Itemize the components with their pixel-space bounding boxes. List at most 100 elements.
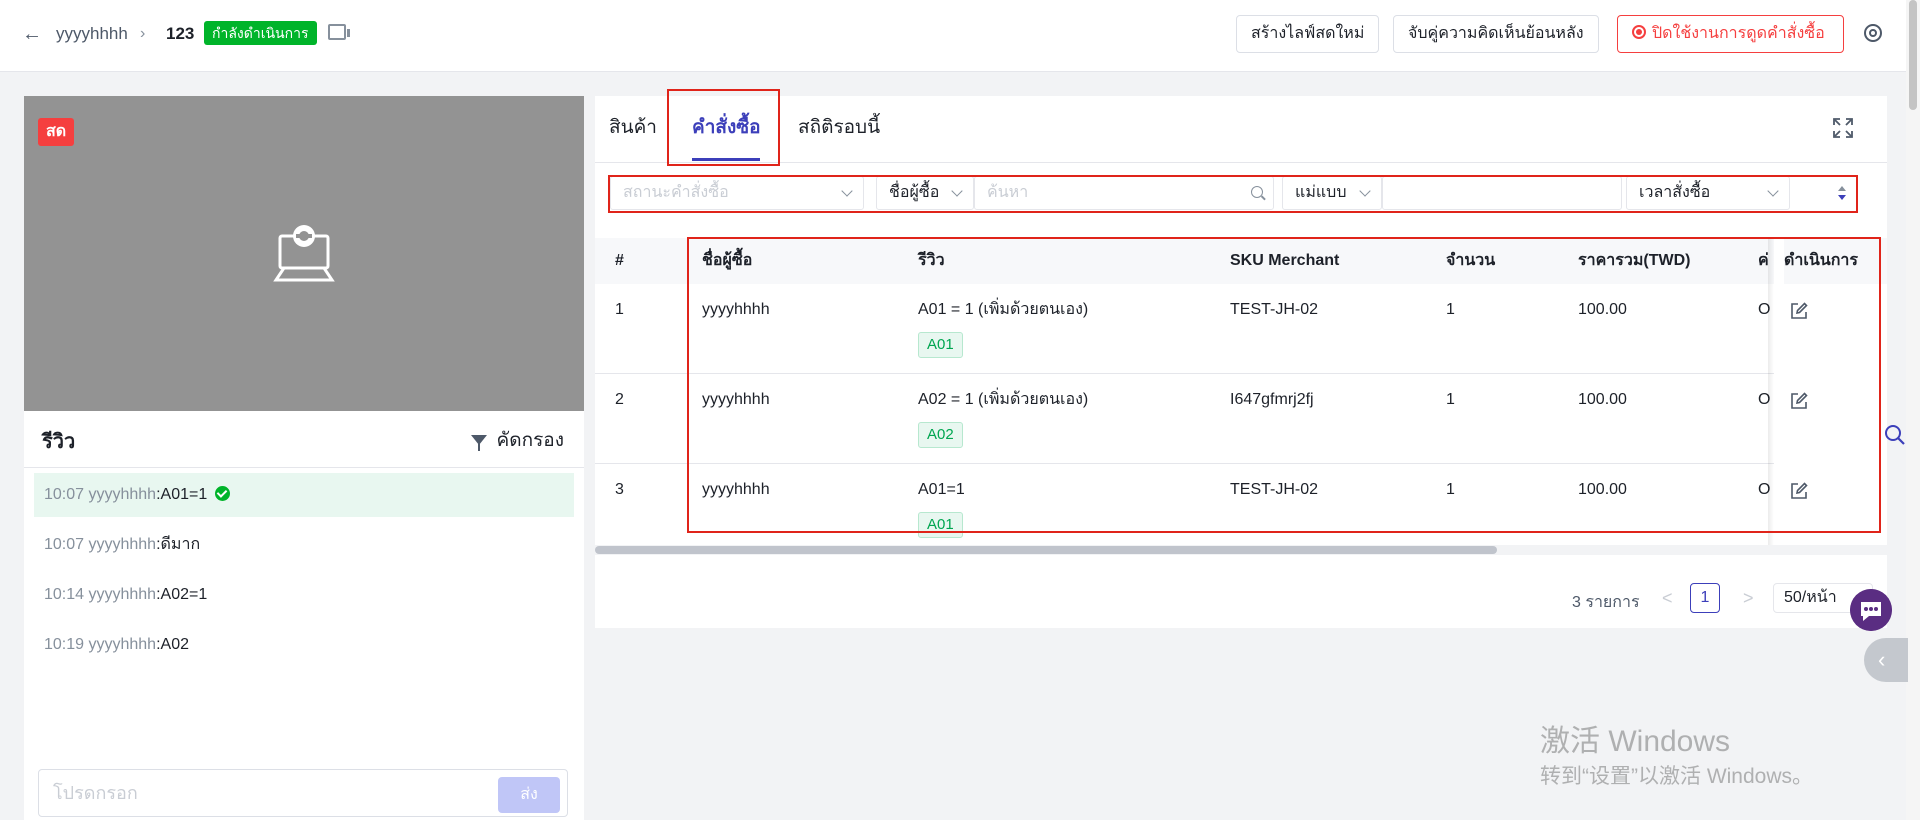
- edit-icon[interactable]: [1790, 302, 1808, 320]
- comment-time: 10:14 yyyyhhhh: [44, 586, 157, 603]
- edit-icon[interactable]: [1790, 392, 1808, 410]
- search-placeholder: ค้นหา: [987, 184, 1029, 201]
- top-header: ← yyyyhhhh › 123 กำลังดำเนินการ สร้างไลฟ…: [0, 0, 1920, 72]
- cell-review: A01=1: [918, 481, 965, 498]
- orders-panel: สินค้า คำสั่งซื้อ สถิติรอบนี้ สถานะคำสั่…: [595, 96, 1887, 628]
- fullscreen-icon[interactable]: [1833, 118, 1853, 138]
- send-button[interactable]: ส่ง: [498, 777, 560, 813]
- tab-stats[interactable]: สถิติรอบนี้: [798, 112, 880, 142]
- col-sku: SKU Merchant: [1230, 252, 1340, 269]
- divider: [24, 467, 584, 468]
- comments-title: รีวิว: [42, 431, 76, 453]
- cell-qty: 1: [1446, 301, 1455, 318]
- breadcrumb-user[interactable]: yyyyhhhh: [56, 22, 128, 46]
- comment-item[interactable]: 10:07 yyyyhhhh:A01=1: [34, 473, 574, 517]
- comment-item[interactable]: 10:14 yyyyhhhh:A02=1: [34, 573, 574, 617]
- disable-orders-button[interactable]: ปิดใช้งานการดูดคำสั่งซื้อ: [1617, 15, 1844, 53]
- comment-text: :A02: [156, 636, 189, 653]
- table-header: # ชื่อผู้ซื้อ รีวิว SKU Merchant จำนวน ร…: [595, 238, 1887, 284]
- tab-orders[interactable]: คำสั่งซื้อ: [692, 112, 761, 142]
- comment-text: :A01=1: [156, 486, 208, 503]
- floating-search-icon[interactable]: [1884, 424, 1906, 446]
- settings-gear-icon[interactable]: [1864, 24, 1882, 42]
- col-total: ราคารวม(TWD): [1578, 252, 1691, 269]
- cell-qty: 1: [1446, 391, 1455, 408]
- windows-watermark-subtitle: 转到“设置”以激活 Windows。: [1540, 765, 1814, 788]
- comment-time: 10:07 yyyyhhhh: [44, 486, 157, 503]
- template-label: แม่แบบ: [1295, 184, 1347, 201]
- page-scrollbar[interactable]: [1906, 0, 1920, 820]
- comment-item[interactable]: 10:07 yyyyhhhh:ดีมาก: [34, 523, 574, 567]
- collapse-panel-button[interactable]: ‹: [1864, 638, 1908, 682]
- order-status-placeholder: สถานะคำสั่งซื้อ: [623, 184, 729, 201]
- actions-column: ดำเนินการ: [1774, 238, 1887, 554]
- cell-sku: TEST-JH-02: [1230, 301, 1319, 318]
- buyer-name-label: ชื่อผู้ซื้อ: [889, 184, 940, 201]
- page-scrollbar-thumb[interactable]: [1909, 0, 1917, 110]
- horizontal-scrollbar-thumb[interactable]: [595, 546, 1497, 554]
- tab-products[interactable]: สินค้า: [609, 112, 657, 142]
- chevron-right-icon: ›: [140, 25, 146, 42]
- chevron-down-icon: [841, 185, 853, 197]
- table-row: 1 yyyyhhhh A01 = 1 (เพิ่มด้วยตนเอง) A01 …: [595, 284, 1887, 374]
- video-record-icon[interactable]: [328, 24, 350, 40]
- buyer-name-select[interactable]: ชื่อผู้ซื้อ: [876, 176, 974, 210]
- review-tag: A01: [918, 332, 963, 358]
- comment-text: :ดีมาก: [156, 536, 201, 553]
- edit-icon[interactable]: [1790, 482, 1808, 500]
- filter-bar: สถานะคำสั่งซื้อ ชื่อผู้ซื้อ ค้นหา แม่แบบ…: [610, 176, 1872, 210]
- divider: [595, 162, 1887, 163]
- col-actions: ดำเนินการ: [1784, 238, 1887, 284]
- pair-comments-button[interactable]: จับคู่ความคิดเห็นย้อนหลัง: [1393, 15, 1599, 53]
- comment-text: :A02=1: [156, 586, 208, 603]
- col-index: #: [615, 252, 624, 269]
- disable-orders-label: ปิดใช้งานการดูดคำสั่งซื้อ: [1652, 25, 1825, 42]
- status-badge: กำลังดำเนินการ: [204, 21, 317, 45]
- new-live-button[interactable]: สร้างไลฟ์สดใหม่: [1236, 15, 1380, 53]
- template-value-select[interactable]: [1382, 176, 1622, 210]
- cell-total: 100.00: [1578, 301, 1627, 318]
- comment-input[interactable]: โปรดกรอก: [38, 769, 568, 817]
- pagination-next-icon[interactable]: >: [1743, 588, 1754, 609]
- table-row: 3 yyyyhhhh A01=1 A01 TEST-JH-02 1 100.00…: [595, 464, 1887, 554]
- comments-panel: รีวิว คัดกรอง 10:07 yyyyhhhh:A01=1 10:07…: [24, 411, 584, 820]
- chat-bubble-icon[interactable]: [1850, 589, 1892, 631]
- cell-review: A02 = 1 (เพิ่มด้วยตนเอง): [918, 391, 1089, 408]
- pagination-total: 3 รายการ: [1572, 594, 1640, 611]
- search-icon: [1251, 186, 1263, 198]
- search-input[interactable]: ค้นหา: [974, 176, 1274, 210]
- cell-buyer: yyyyhhhh: [702, 391, 770, 408]
- col-buyer: ชื่อผู้ซื้อ: [702, 252, 753, 269]
- breadcrumb-id: 123: [166, 24, 195, 43]
- filter-button[interactable]: คัดกรอง: [470, 425, 564, 455]
- check-circle-icon: [215, 486, 231, 501]
- col-review: รีวิว: [918, 252, 945, 269]
- pagination-prev-icon[interactable]: <: [1662, 588, 1673, 609]
- chevron-down-icon: [1767, 185, 1779, 197]
- order-time-select[interactable]: เวลาสั่งซื้อ: [1626, 176, 1790, 210]
- cell-index: 1: [615, 301, 624, 318]
- live-video-preview: สด: [24, 96, 584, 411]
- cell-review: A01 = 1 (เพิ่มด้วยตนเอง): [918, 301, 1089, 318]
- live-badge: สด: [38, 118, 75, 146]
- cell-sku: I647gfmrj2fj: [1230, 391, 1314, 408]
- back-arrow-icon[interactable]: ←: [22, 22, 46, 46]
- comment-item[interactable]: 10:19 yyyyhhhh:A02: [34, 623, 574, 667]
- pagination-page[interactable]: 1: [1690, 583, 1720, 613]
- sort-icon[interactable]: [1837, 185, 1847, 201]
- review-tag: A02: [918, 422, 963, 448]
- filter-label: คัดกรอง: [496, 430, 564, 451]
- chevron-down-icon: [951, 185, 963, 197]
- comment-time: 10:19 yyyyhhhh: [44, 636, 157, 653]
- cell-total: 100.00: [1578, 391, 1627, 408]
- windows-watermark-title: 激活 Windows: [1540, 725, 1731, 758]
- cell-total: 100.00: [1578, 481, 1627, 498]
- order-status-select[interactable]: สถานะคำสั่งซื้อ: [610, 176, 864, 210]
- chevron-down-icon: [1359, 185, 1371, 197]
- tab-active-indicator: [692, 158, 760, 161]
- col-qty: จำนวน: [1446, 252, 1496, 269]
- cell-sku: TEST-JH-02: [1230, 481, 1319, 498]
- cell-index: 2: [615, 391, 624, 408]
- template-select[interactable]: แม่แบบ: [1282, 176, 1382, 210]
- cell-buyer: yyyyhhhh: [702, 481, 770, 498]
